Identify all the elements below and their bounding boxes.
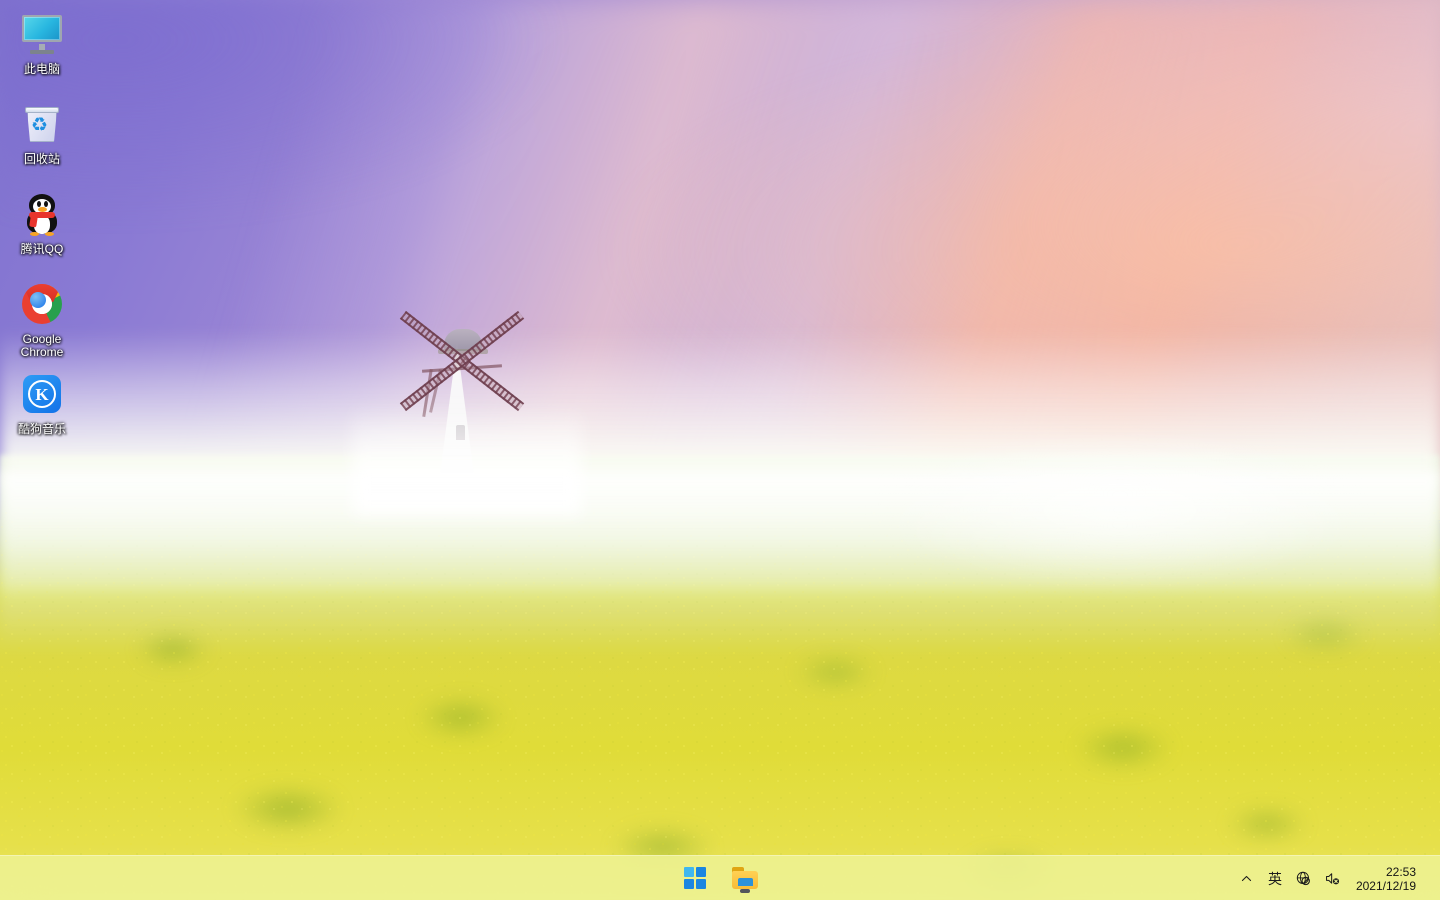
chrome-icon: [18, 280, 66, 328]
desktop-icon-recycle-bin[interactable]: ♻ 回收站: [4, 96, 80, 180]
tray-ime-indicator[interactable]: 英: [1262, 860, 1288, 898]
taskbar-item-file-explorer[interactable]: [725, 858, 765, 898]
monitor-icon: [18, 10, 66, 58]
qq-penguin-icon: [18, 190, 66, 238]
kugou-letter: K: [28, 380, 56, 408]
tray-overflow-button[interactable]: [1234, 860, 1260, 898]
desktop-icon-label: 回收站: [23, 152, 60, 166]
clock-time: 22:53: [1385, 864, 1416, 879]
wallpaper-windmill: [352, 285, 582, 515]
desktop-icon-google-chrome[interactable]: Google Chrome: [4, 276, 80, 360]
desktop-icon-label: 酷狗音乐: [17, 422, 66, 436]
wallpaper-haze-patch: [820, 440, 1440, 630]
windows-logo-icon: [684, 867, 706, 889]
ime-icon: 英: [1267, 870, 1282, 887]
desktop-icon-label: 腾讯QQ: [20, 242, 64, 256]
speaker-muted-icon: [1325, 873, 1339, 885]
desktop-icon-label: Google Chrome: [20, 332, 64, 359]
show-desktop-button[interactable]: [1426, 856, 1432, 900]
kugou-icon: K: [18, 370, 66, 418]
taskbar-center-group: [675, 856, 765, 900]
folder-icon: [732, 867, 758, 893]
desktop-icon-kugou-music[interactable]: K 酷狗音乐: [4, 366, 80, 450]
desktop-icon-label: 此电脑: [23, 62, 60, 76]
clock-date: 2021/12/19: [1355, 878, 1416, 893]
tray-volume-button[interactable]: [1319, 860, 1346, 898]
desktop-icon-tencent-qq[interactable]: 腾讯QQ: [4, 186, 80, 270]
chevron-up-icon: [1242, 875, 1252, 882]
desktop[interactable]: 此电脑 ♻ 回收站 腾讯QQ Google Chrome K 酷狗音乐 英 22…: [0, 0, 1440, 900]
tray-network-button[interactable]: [1290, 860, 1317, 898]
running-indicator: [740, 889, 750, 893]
system-tray: 英 22:53 2021/12/19: [1234, 856, 1440, 900]
globe-disconnected-icon: [1296, 871, 1310, 886]
taskbar[interactable]: 英 22:53 2021/12/19: [0, 855, 1440, 900]
taskbar-clock[interactable]: 22:53 2021/12/19: [1350, 859, 1424, 899]
desktop-icon-this-pc[interactable]: 此电脑: [4, 6, 80, 90]
recycle-bin-icon: ♻: [18, 100, 66, 148]
start-button[interactable]: [675, 858, 715, 898]
windmill-fog: [352, 405, 582, 515]
desktop-icon-grid: 此电脑 ♻ 回收站 腾讯QQ Google Chrome K 酷狗音乐: [4, 6, 88, 450]
